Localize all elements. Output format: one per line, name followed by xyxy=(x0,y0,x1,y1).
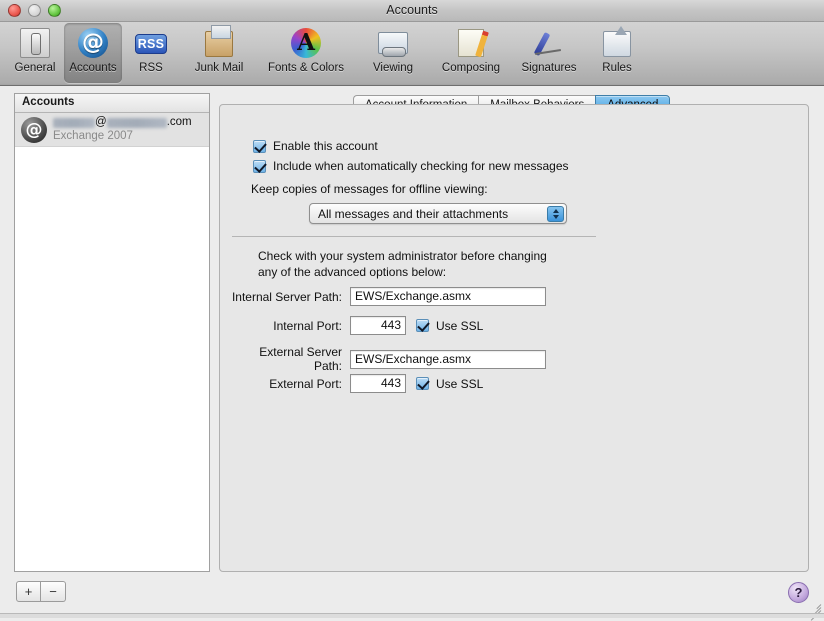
junk-mail-icon xyxy=(202,25,236,60)
enable-account-row[interactable]: Enable this account xyxy=(253,139,378,153)
toolbar-item-general[interactable]: General xyxy=(6,23,64,83)
internal-server-path-label: Internal Server Path: xyxy=(231,289,342,304)
list-item[interactable]: @ @ .com Exchange 2007 xyxy=(15,113,209,147)
keep-copies-label: Keep copies of messages for offline view… xyxy=(251,182,488,196)
toolbar-label-fonts-colors: Fonts & Colors xyxy=(267,62,345,74)
toolbar-item-signatures[interactable]: Signatures xyxy=(510,23,588,83)
stepper-arrows-icon[interactable] xyxy=(547,206,564,222)
external-server-path-row: External Server Path: EWS/Exchange.asmx xyxy=(228,345,546,373)
admin-warning-line-1: Check with your system administrator bef… xyxy=(258,249,547,263)
account-type: Exchange 2007 xyxy=(53,130,133,142)
toolbar-label-general: General xyxy=(14,62,56,74)
accounts-list[interactable]: Accounts @ @ .com Exchange 2007 xyxy=(14,93,210,572)
title-bar: Accounts xyxy=(0,0,824,22)
external-server-path-input[interactable]: EWS/Exchange.asmx xyxy=(350,349,546,369)
external-server-path-label: External Server Path: xyxy=(259,345,342,373)
offline-copies-select[interactable]: All messages and their attachments xyxy=(309,203,567,224)
window-title: Accounts xyxy=(386,3,438,17)
accounts-preferences-window: Accounts General @ Accounts RSS RSS Junk… xyxy=(0,0,824,621)
section-divider xyxy=(232,236,596,237)
toolbar-label-accounts: Accounts xyxy=(69,62,117,74)
signatures-icon xyxy=(532,26,566,60)
internal-ssl-label: Use SSL xyxy=(436,318,484,333)
include-auto-check-row[interactable]: Include when automatically checking for … xyxy=(253,159,569,173)
internal-server-path-row: Internal Server Path: EWS/Exchange.asmx xyxy=(228,287,546,306)
account-email: @ .com xyxy=(53,116,192,129)
external-port-row: External Port: 443 Use SSL xyxy=(228,374,483,393)
toolbar-label-viewing: Viewing xyxy=(372,62,414,74)
viewing-icon xyxy=(376,26,410,60)
accounts-list-header: Accounts xyxy=(15,94,209,113)
toolbar-item-rss[interactable]: RSS RSS xyxy=(122,23,180,83)
internal-port-label: Internal Port: xyxy=(273,318,342,333)
internal-ssl-checkbox[interactable] xyxy=(416,319,429,332)
advanced-panel: Enable this account Include when automat… xyxy=(219,104,809,572)
toolbar-item-rules[interactable]: Rules xyxy=(588,23,646,83)
preferences-body: Accounts @ @ .com Exchange 2007 + − Enab… xyxy=(0,87,824,618)
composing-icon xyxy=(454,26,488,60)
preferences-toolbar: General @ Accounts RSS RSS Junk Mail Fon… xyxy=(0,22,824,86)
toolbar-label-composing: Composing xyxy=(441,62,501,74)
globe-at-icon: @ xyxy=(21,116,47,143)
admin-warning-line-2: any of the advanced options below: xyxy=(258,265,447,279)
toolbar-item-accounts[interactable]: @ Accounts xyxy=(64,23,122,83)
internal-port-input[interactable]: 443 xyxy=(350,316,406,335)
toolbar-label-signatures: Signatures xyxy=(521,62,577,74)
toolbar-label-rules: Rules xyxy=(602,62,632,74)
toolbar-label-junk-mail: Junk Mail xyxy=(194,62,244,74)
enable-account-label: Enable this account xyxy=(273,139,378,153)
internal-server-path-input[interactable]: EWS/Exchange.asmx xyxy=(350,287,546,306)
at-sign-icon: @ xyxy=(76,26,110,60)
account-list-buttons: + − xyxy=(16,581,66,602)
internal-port-row: Internal Port: 443 Use SSL xyxy=(228,316,483,335)
redacted-domain xyxy=(106,117,167,128)
toolbar-item-viewing[interactable]: Viewing xyxy=(354,23,432,83)
external-ssl-checkbox[interactable] xyxy=(416,377,429,390)
toolbar-item-composing[interactable]: Composing xyxy=(432,23,510,83)
resize-grip[interactable] xyxy=(806,599,822,621)
add-account-button[interactable]: + xyxy=(16,581,41,602)
external-ssl-label: Use SSL xyxy=(436,376,484,391)
rss-icon: RSS xyxy=(134,26,168,60)
fonts-colors-icon xyxy=(289,26,323,60)
general-icon xyxy=(18,26,52,60)
include-auto-check-checkbox[interactable] xyxy=(253,159,266,173)
rules-icon xyxy=(600,26,634,60)
offline-copies-value: All messages and their attachments xyxy=(318,206,509,221)
remove-account-button[interactable]: − xyxy=(41,581,66,602)
external-port-label: External Port: xyxy=(269,376,342,391)
toolbar-label-rss: RSS xyxy=(139,62,163,74)
include-auto-check-label: Include when automatically checking for … xyxy=(273,159,569,173)
window-bottom-edge xyxy=(0,613,824,618)
email-suffix: .com xyxy=(166,116,192,129)
toolbar-item-junk-mail[interactable]: Junk Mail xyxy=(180,23,258,83)
at-symbol: @ xyxy=(95,116,107,129)
toolbar-item-fonts-colors[interactable]: Fonts & Colors xyxy=(258,23,354,83)
redacted-local-part xyxy=(53,117,95,128)
enable-account-checkbox[interactable] xyxy=(253,139,266,153)
external-port-input[interactable]: 443 xyxy=(350,374,406,393)
